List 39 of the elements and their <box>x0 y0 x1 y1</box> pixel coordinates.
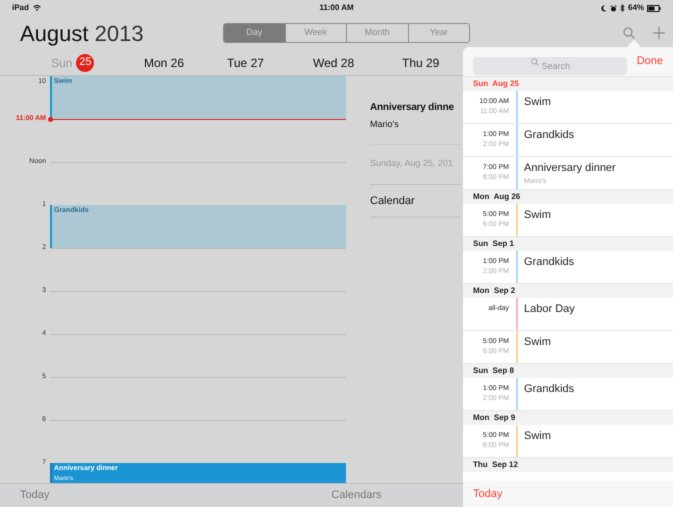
day-header[interactable]: Tue 27 <box>227 54 264 72</box>
section-date-header: Mon Aug 26 <box>473 191 520 203</box>
device-name: iPad <box>12 2 29 14</box>
section-date-header: Sun Aug 25 <box>473 78 519 90</box>
event-location: Mario's <box>370 118 461 144</box>
event-title: Anniversary dinner <box>524 161 616 176</box>
day-header[interactable]: Wed 28 <box>313 54 354 72</box>
section-date-header: Mon Sep 9 <box>473 412 516 424</box>
event-title: Swim <box>524 95 551 110</box>
event-title: Anniversary dinne <box>370 101 455 115</box>
calendar-label: Calendar <box>370 193 461 218</box>
section-date-header: Mon Sep 2 <box>473 285 516 297</box>
section-date-header: Thu Sep 12 <box>473 459 518 471</box>
day-name: Sun <box>51 54 72 72</box>
event-date: Sunday, Aug 25, 201 <box>370 156 461 185</box>
event-title: Grandkids <box>524 128 574 143</box>
add-icon[interactable] <box>653 27 665 39</box>
search-icon[interactable] <box>623 27 635 39</box>
event-title: Grandkids <box>524 255 574 270</box>
event-title: Swim <box>524 429 551 444</box>
day-header[interactable]: Thu 29 <box>402 54 440 72</box>
event-title: Grandkids <box>524 382 574 397</box>
month-year-title: August 2013 <box>20 20 145 48</box>
event-title: Swim <box>524 335 551 350</box>
status-time: 11:00 AM <box>319 2 354 14</box>
day-header[interactable]: Mon 26 <box>144 54 184 72</box>
moon-icon <box>601 4 607 12</box>
bluetooth-icon <box>620 4 625 12</box>
event-title: Swim <box>524 208 551 223</box>
section-date-header: Sun Sep 1 <box>473 238 514 250</box>
search-icon <box>531 58 539 66</box>
event-title: Labor Day <box>524 302 575 317</box>
section-date-header: Sun Sep 8 <box>473 365 514 377</box>
wifi-icon <box>32 5 41 11</box>
battery-icon <box>647 4 662 12</box>
battery-percentage: 64% <box>628 2 644 14</box>
alarm-clock-icon <box>610 4 617 12</box>
search-field[interactable]: Search <box>473 56 627 74</box>
today-date-badge: 25 <box>76 54 94 72</box>
